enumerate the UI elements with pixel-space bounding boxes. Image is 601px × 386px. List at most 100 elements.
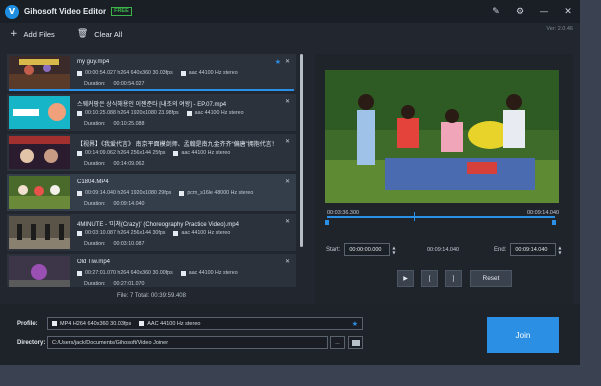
duration-label: Duration: (84, 281, 106, 287)
video-stream-icon (77, 230, 82, 236)
play-icon: ▶ (403, 275, 408, 282)
end-time-input[interactable]: 00:09:14.040 (510, 243, 557, 256)
title-bar: V Gihosoft Video Editor FREE ✎ ⚙ — ✕ (0, 0, 580, 23)
totals-label: File: 7 Total: 00:39:59.408 (117, 293, 186, 299)
start-spinner[interactable]: ▲ ▼ (392, 243, 399, 256)
browse-label: ... (335, 339, 340, 346)
play-button[interactable]: ▶ (397, 270, 414, 287)
join-label: Join (515, 330, 531, 340)
free-badge: FREE (111, 7, 132, 16)
file-name: my guy.mp4 (77, 59, 110, 65)
video-stream-icon (77, 190, 82, 196)
trash-icon: 🗑 (76, 29, 89, 39)
close-icon[interactable]: ✕ (285, 178, 290, 185)
clear-all-button[interactable]: 🗑 Clear All (77, 29, 122, 39)
file-name: 4MINUTE - '미쳐(Crazy)' (Choreography Prac… (77, 222, 239, 228)
audio-stream-icon (139, 321, 145, 326)
thumbnail (9, 256, 70, 287)
set-end-button[interactable]: ] (445, 270, 462, 287)
timeline-track[interactable] (327, 216, 555, 218)
open-folder-button[interactable] (348, 336, 363, 349)
audio-stream-icon (180, 270, 186, 276)
profile-label: Profile: (17, 321, 38, 327)
thumbnail (9, 176, 70, 209)
list-item[interactable]: my guy.mp4 00:00:54.027 h264 640x360 30.… (7, 54, 296, 91)
duration-label: Duration: (84, 81, 106, 87)
list-item[interactable]: 4MINUTE - '미쳐(Crazy)' (Choreography Prac… (7, 214, 296, 251)
add-files-label: Add Files (23, 29, 55, 39)
duration-label: Duration: (84, 241, 106, 247)
selection-bar (9, 89, 294, 91)
duration-value: 00:00:54.027 (113, 81, 145, 87)
close-icon[interactable]: ✕ (285, 58, 290, 65)
playhead[interactable] (414, 212, 415, 221)
file-name: 스웨커팡은 상식해용인 이젠준타 [내조의 여왕] - EP.07.mp4 (77, 102, 227, 108)
audio-stream-icon (180, 70, 186, 76)
star-icon[interactable]: ★ (352, 320, 358, 328)
video-info: 00:03:10.087 h264 256x144 30fps (85, 230, 166, 236)
audio-info: aac 44100 Hz stereo (188, 270, 238, 276)
start-marker[interactable] (325, 220, 329, 225)
edit-icon[interactable]: ✎ (484, 7, 508, 17)
audio-stream-icon (179, 190, 185, 196)
end-time-control: End: 00:09:14.040 ▲ ▼ (494, 243, 565, 256)
file-list: my guy.mp4 00:00:54.027 h264 640x360 30.… (7, 54, 296, 287)
close-icon[interactable]: ✕ (285, 138, 290, 145)
duration-label: Duration: (84, 201, 106, 207)
close-icon[interactable]: ✕ (285, 98, 290, 105)
reset-label: Reset (482, 275, 500, 282)
profile-select[interactable]: MP4 H264 640x360 30.03fps AAC 44100 Hz s… (47, 317, 363, 330)
browse-button[interactable]: ... (330, 336, 345, 349)
join-button[interactable]: Join (487, 317, 559, 353)
duration-display: 00:09:14.040 (427, 247, 460, 253)
clear-all-label: Clear All (94, 29, 123, 39)
video-info: 00:00:54.027 h264 640x360 30.03fps (85, 70, 173, 76)
toolbar: + Add Files 🗑 Clear All (0, 23, 580, 45)
video-info: 00:27:01.070 h264 640x360 30.00fps (85, 270, 173, 276)
file-name: 【视界】《我爱代言》 南京平面模剑师、孟翰是南九金齐齐“偏唐”拥抱代言！《《 (77, 142, 277, 148)
list-item[interactable]: C1804.MP4 00:09:14.040 h264 1920x1080 29… (7, 174, 296, 211)
list-item[interactable]: Old Tiw.mp4 00:27:01.070 h264 640x360 30… (7, 254, 296, 287)
video-preview[interactable] (325, 70, 559, 203)
folder-icon (351, 339, 360, 346)
star-icon[interactable]: ★ (275, 58, 281, 66)
directory-input[interactable]: C:/Users/jack/Documents/Gihosoft/Video J… (47, 336, 328, 349)
duration-value: 00:03:10.087 (113, 241, 145, 247)
video-frame (325, 70, 559, 203)
reset-button[interactable]: Reset (470, 270, 512, 287)
file-name: Old Tiw.mp4 (77, 259, 111, 265)
directory-label: Directory: (17, 340, 46, 346)
app-window: V Gihosoft Video Editor FREE ✎ ⚙ — ✕ + A… (0, 0, 580, 365)
audio-stream-icon (173, 150, 179, 156)
minimize-icon[interactable]: — (532, 7, 556, 17)
list-item[interactable]: 【视界】《我爱代言》 南京平面模剑师、孟翰是南九金齐齐“偏唐”拥抱代言！《《 0… (7, 134, 296, 171)
start-time-input[interactable]: 00:00:00.000 (344, 243, 391, 256)
end-label: End: (494, 246, 507, 253)
end-marker[interactable] (552, 220, 556, 225)
audio-info: aac 44100 Hz stereo (181, 150, 231, 156)
list-scrollbar[interactable] (300, 54, 303, 247)
file-name: C1804.MP4 (77, 179, 109, 185)
video-stream-icon (77, 270, 82, 276)
start-label: Start: (326, 246, 341, 253)
video-stream-icon (77, 70, 82, 76)
audio-stream-icon (186, 110, 192, 116)
gear-icon[interactable]: ⚙ (508, 7, 532, 17)
plus-icon: + (10, 29, 18, 39)
spin-down-icon[interactable]: ▼ (392, 250, 399, 255)
audio-info: aac 44100 Hz stereo (188, 70, 238, 76)
video-stream-icon (77, 150, 82, 156)
duration-label: Duration: (84, 121, 106, 127)
end-spinner[interactable]: ▲ ▼ (558, 243, 565, 256)
set-start-button[interactable]: [ (421, 270, 438, 287)
add-files-button[interactable]: + Add Files (10, 29, 55, 39)
close-icon[interactable]: ✕ (556, 7, 580, 17)
duration-value: 00:27:01.070 (113, 281, 145, 287)
close-icon[interactable]: ✕ (285, 218, 290, 225)
close-icon[interactable]: ✕ (285, 258, 290, 265)
audio-info: aac 44100 Hz stereo (181, 230, 231, 236)
directory-path: C:/Users/jack/Documents/Gihosoft/Video J… (52, 339, 169, 346)
spin-down-icon[interactable]: ▼ (558, 250, 565, 255)
thumbnail (9, 56, 70, 89)
list-item[interactable]: 스웨커팡은 상식해용인 이젠준타 [내조의 여왕] - EP.07.mp4 00… (7, 94, 296, 131)
